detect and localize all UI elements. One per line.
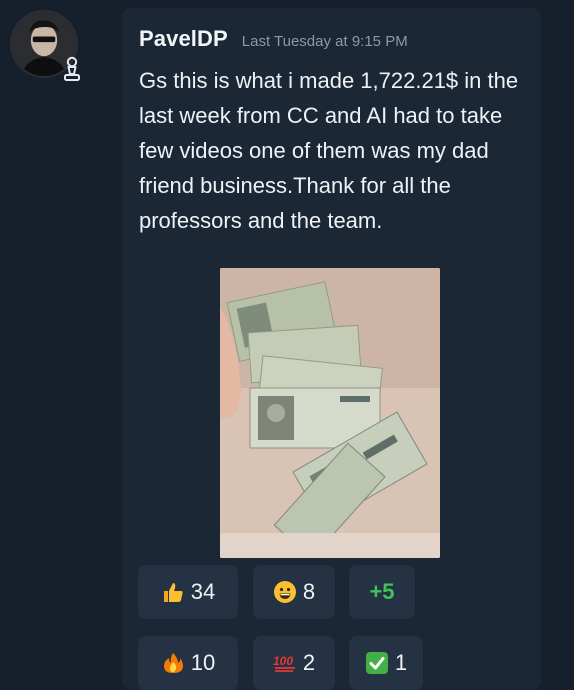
- reaction-check-mark[interactable]: 1: [349, 636, 423, 690]
- check-mark-button-icon: [365, 651, 389, 675]
- timestamp: Last Tuesday at 9:15 PM: [241, 33, 408, 50]
- username[interactable]: PavelDP: [139, 26, 228, 52]
- reaction-count: 8: [302, 579, 316, 604]
- reaction-count: 10: [190, 650, 216, 675]
- message-card: PavelDP Last Tuesday at 9:15 PM Gs this …: [122, 8, 541, 690]
- message-text: Gs this is what i made 1,722.21$ in the …: [139, 68, 519, 233]
- fire-icon: [161, 651, 185, 675]
- chess-pawn-icon: [60, 55, 84, 83]
- more-reactions-count: +5: [369, 579, 395, 604]
- reaction-fire[interactable]: 10: [138, 636, 238, 690]
- svg-text:100: 100: [273, 654, 293, 668]
- banknotes-photo[interactable]: [220, 268, 440, 558]
- reaction-count: 34: [190, 579, 216, 604]
- reaction-count: 1: [394, 650, 408, 675]
- reaction-count: 2: [302, 650, 316, 675]
- grinning-face-icon: [273, 580, 297, 604]
- banknotes-image: [220, 268, 440, 558]
- thumbs-up-icon: [161, 580, 185, 604]
- hundred-points-icon: 100: [273, 651, 297, 675]
- reaction-hundred-points[interactable]: 100 2: [253, 636, 335, 690]
- reaction-grinning-face[interactable]: 8: [253, 565, 335, 619]
- chat-view: PavelDP Last Tuesday at 9:15 PM Gs this …: [0, 0, 574, 690]
- more-reactions-button[interactable]: +5: [349, 565, 415, 619]
- reaction-thumbs-up[interactable]: 34: [138, 565, 238, 619]
- message-header: PavelDP Last Tuesday at 9:15 PM: [139, 26, 408, 52]
